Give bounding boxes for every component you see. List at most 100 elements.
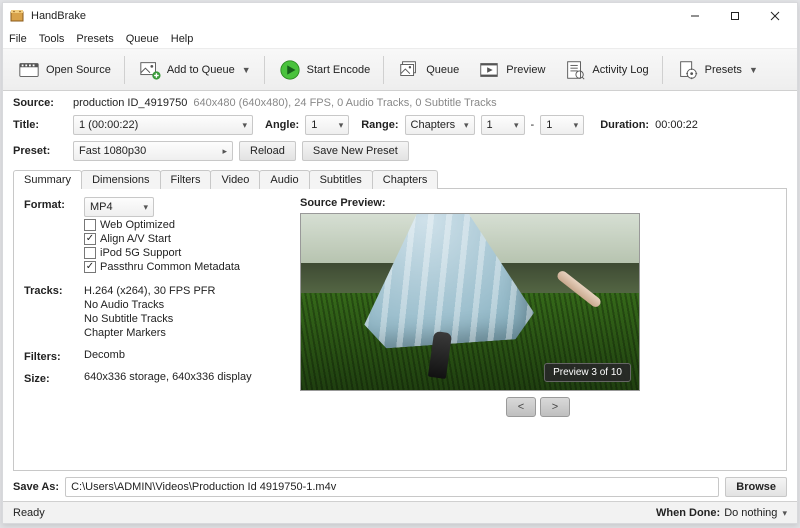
preview-prev-button[interactable]: < <box>506 397 536 417</box>
activity-log-button[interactable]: Activity Log <box>555 54 656 86</box>
presets-label: Presets <box>705 64 742 76</box>
source-name: production ID_4919750 <box>73 97 187 109</box>
ipod-5g-checkbox[interactable]: iPod 5G Support <box>84 247 284 259</box>
chevron-down-icon: ▼ <box>749 65 758 75</box>
title-label: Title: <box>13 119 67 131</box>
tab-dimensions[interactable]: Dimensions <box>81 170 160 189</box>
passthru-metadata-checkbox[interactable]: ✓Passthru Common Metadata <box>84 261 284 273</box>
preset-select-value: Fast 1080p30 <box>79 145 146 157</box>
browse-button[interactable]: Browse <box>725 477 787 497</box>
track-item: Chapter Markers <box>84 327 284 339</box>
filters-value: Decomb <box>84 349 284 363</box>
toolbar: Open Source Add to Queue ▼ Start Encode … <box>3 49 797 91</box>
track-item: No Audio Tracks <box>84 299 284 311</box>
tab-audio[interactable]: Audio <box>259 170 309 189</box>
source-row: Source: production ID_4919750 640x480 (6… <box>13 97 787 109</box>
save-as-row: Save As: C:\Users\ADMIN\Videos\Productio… <box>13 477 787 497</box>
tracks-list: H.264 (x264), 30 FPS PFR No Audio Tracks… <box>84 283 284 341</box>
filters-label: Filters: <box>24 349 84 363</box>
format-label: Format: <box>24 197 84 275</box>
toolbar-separator <box>124 56 125 84</box>
tab-subtitles[interactable]: Subtitles <box>309 170 373 189</box>
menubar: File Tools Presets Queue Help <box>3 29 797 49</box>
queue-button[interactable]: Queue <box>389 54 467 86</box>
duration-value: 00:00:22 <box>655 119 698 131</box>
tab-filters[interactable]: Filters <box>160 170 212 189</box>
track-item: H.264 (x264), 30 FPS PFR <box>84 285 284 297</box>
range-label: Range: <box>361 119 398 131</box>
align-av-checkbox[interactable]: ✓Align A/V Start <box>84 233 284 245</box>
range-to-select[interactable]: 1▾ <box>540 115 584 135</box>
source-preview[interactable]: Preview 3 of 10 <box>300 213 640 391</box>
titlebar: HandBrake <box>3 3 797 29</box>
toolbar-separator <box>662 56 663 84</box>
range-to-value: 1 <box>546 119 552 131</box>
preset-row: Preset: Fast 1080p30▸ Reload Save New Pr… <box>13 141 787 161</box>
title-row: Title: 1 (00:00:22)▾ Angle: 1▾ Range: Ch… <box>13 115 787 135</box>
preset-label: Preset: <box>13 145 67 157</box>
duration-label: Duration: <box>600 119 649 131</box>
toolbar-separator <box>264 56 265 84</box>
tab-summary[interactable]: Summary <box>13 170 82 189</box>
open-source-button[interactable]: Open Source <box>9 54 119 86</box>
source-info: 640x480 (640x480), 24 FPS, 0 Audio Track… <box>193 97 496 109</box>
chevron-down-icon: ▼ <box>242 65 251 75</box>
summary-right-column: Source Preview: Preview 3 of 10 < > <box>300 197 776 462</box>
toolbar-separator <box>383 56 384 84</box>
content-area: Source: production ID_4919750 640x480 (6… <box>3 91 797 501</box>
status-text: Ready <box>13 507 45 519</box>
add-to-queue-button[interactable]: Add to Queue ▼ <box>130 54 259 86</box>
preview-counter-badge: Preview 3 of 10 <box>544 363 631 382</box>
source-label: Source: <box>13 97 67 109</box>
queue-label: Queue <box>426 64 459 76</box>
menu-presets[interactable]: Presets <box>76 33 113 45</box>
range-mode-value: Chapters <box>411 119 456 131</box>
preset-select[interactable]: Fast 1080p30▸ <box>73 141 233 161</box>
menu-tools[interactable]: Tools <box>39 33 65 45</box>
film-strip-icon <box>477 58 501 82</box>
app-window: HandBrake File Tools Presets Queue Help … <box>2 2 798 524</box>
save-as-label: Save As: <box>13 481 59 493</box>
angle-select[interactable]: 1▾ <box>305 115 349 135</box>
open-source-label: Open Source <box>46 64 111 76</box>
range-from-value: 1 <box>487 119 493 131</box>
film-icon <box>17 58 41 82</box>
format-select[interactable]: MP4▾ <box>84 197 154 217</box>
minimize-button[interactable] <box>675 3 715 29</box>
title-select[interactable]: 1 (00:00:22)▾ <box>73 115 253 135</box>
angle-label: Angle: <box>265 119 299 131</box>
title-select-value: 1 (00:00:22) <box>79 119 138 131</box>
start-encode-button[interactable]: Start Encode <box>270 54 379 86</box>
add-to-queue-label: Add to Queue <box>167 64 235 76</box>
preview-button[interactable]: Preview <box>469 54 553 86</box>
window-title: HandBrake <box>31 10 675 22</box>
image-plus-icon <box>138 58 162 82</box>
reload-button[interactable]: Reload <box>239 141 296 161</box>
angle-select-value: 1 <box>311 119 317 131</box>
app-icon <box>9 8 25 24</box>
save-as-input[interactable]: C:\Users\ADMIN\Videos\Production Id 4919… <box>65 477 719 497</box>
web-optimized-checkbox[interactable]: Web Optimized <box>84 219 284 231</box>
preview-label: Preview <box>506 64 545 76</box>
summary-left-column: Format: MP4▾ Web Optimized ✓Align A/V St… <box>24 197 284 462</box>
menu-help[interactable]: Help <box>171 33 194 45</box>
range-mode-select[interactable]: Chapters▾ <box>405 115 475 135</box>
menu-file[interactable]: File <box>9 33 27 45</box>
close-button[interactable] <box>755 3 795 29</box>
source-preview-label: Source Preview: <box>300 197 776 209</box>
preview-next-button[interactable]: > <box>540 397 570 417</box>
format-select-value: MP4 <box>90 201 113 213</box>
track-item: No Subtitle Tracks <box>84 313 284 325</box>
maximize-button[interactable] <box>715 3 755 29</box>
tab-chapters[interactable]: Chapters <box>372 170 439 189</box>
save-new-preset-button[interactable]: Save New Preset <box>302 141 409 161</box>
presets-button[interactable]: Presets ▼ <box>668 54 766 86</box>
size-label: Size: <box>24 371 84 385</box>
tabs: Summary Dimensions Filters Video Audio S… <box>13 169 787 189</box>
tab-video[interactable]: Video <box>210 170 260 189</box>
range-from-select[interactable]: 1▾ <box>481 115 525 135</box>
start-encode-label: Start Encode <box>307 64 371 76</box>
menu-queue[interactable]: Queue <box>126 33 159 45</box>
size-value: 640x336 storage, 640x336 display <box>84 371 284 385</box>
when-done-select[interactable]: Do nothing ▾ <box>724 507 787 519</box>
